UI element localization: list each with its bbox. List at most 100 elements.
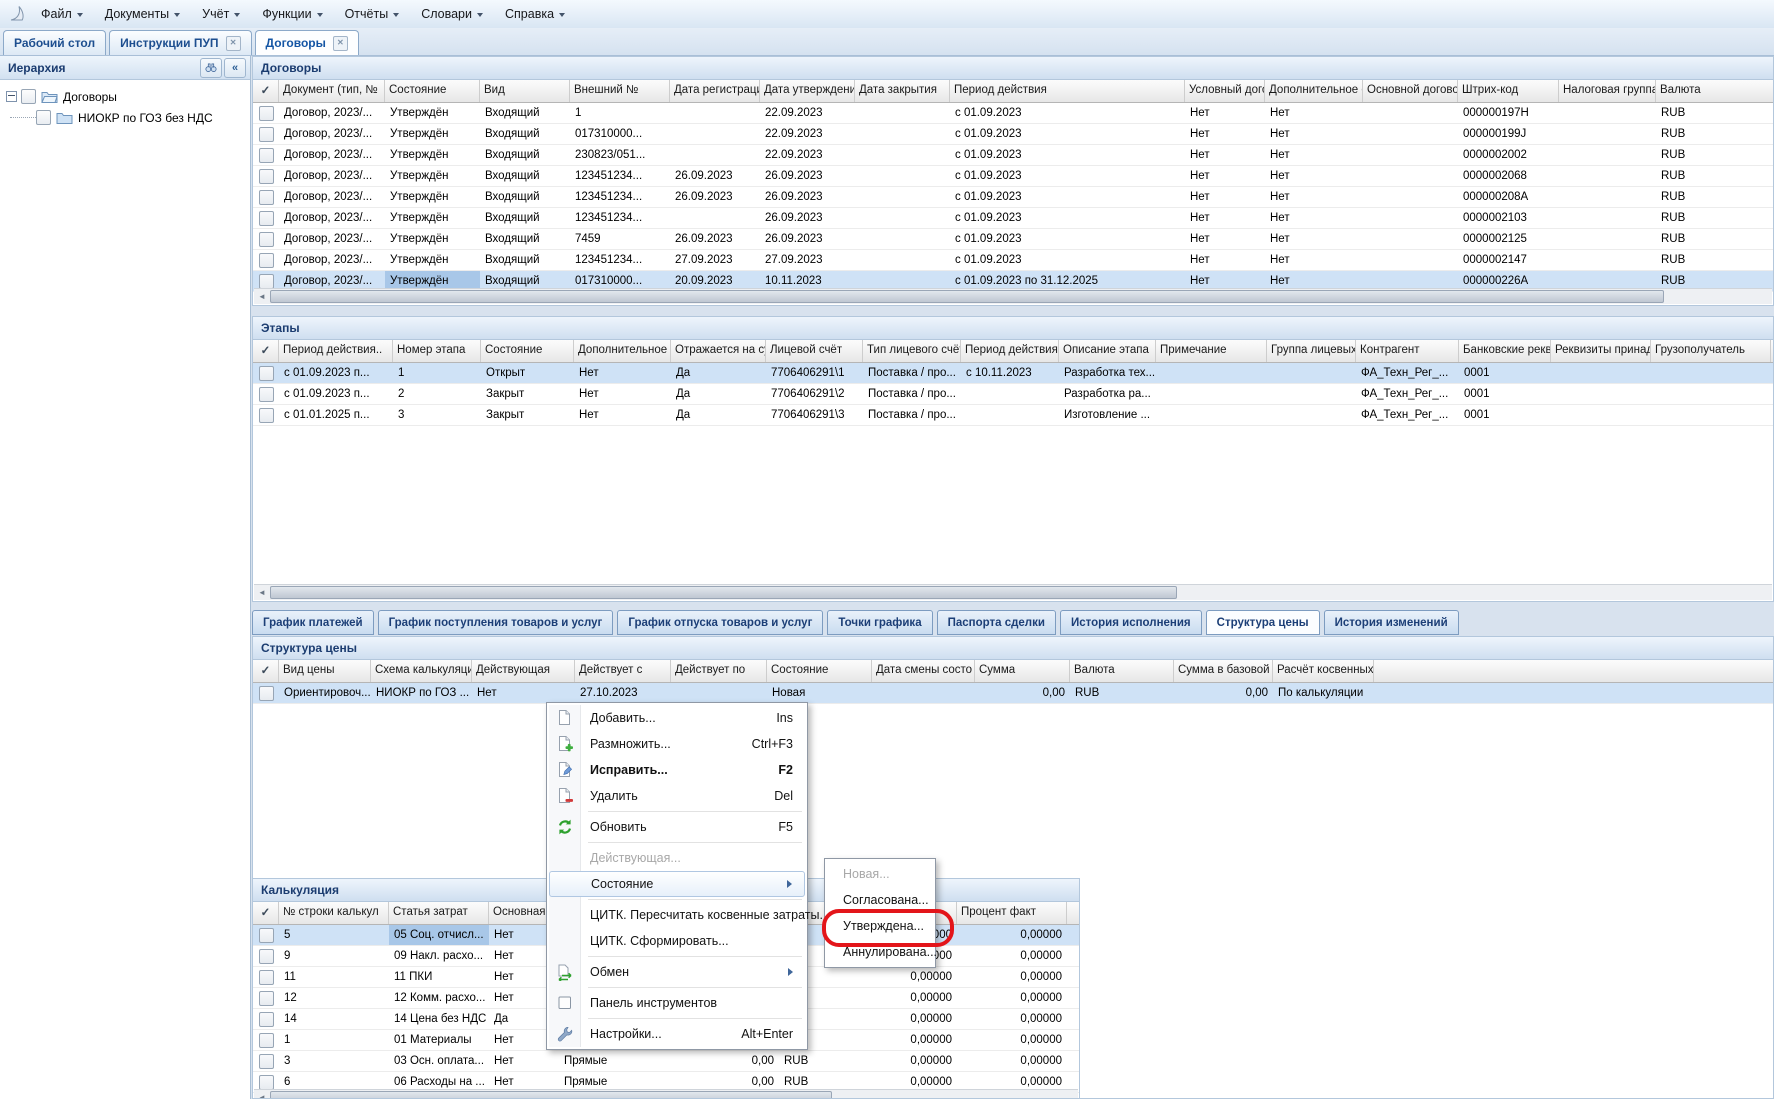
price-structure-column-header[interactable]: Сумма в базовой в [1174,660,1273,682]
cell[interactable]: 7706406291\2 [766,384,863,404]
cell[interactable] [1559,166,1656,186]
detail-tab-1[interactable]: График платежей [252,610,374,635]
stages-column-header[interactable]: Дополнительное с [574,340,671,362]
context-menu-item-1[interactable]: Добавить...Ins [549,705,805,731]
menu-item-2[interactable]: Документы [96,3,189,25]
cell[interactable]: Утверждён [385,250,480,270]
cell[interactable]: Входящий [480,103,570,123]
scroll-left-icon[interactable]: ◄ [254,290,270,304]
context-menu-item-6[interactable]: ОбновитьF5 [549,814,805,840]
cell[interactable]: Нет [1185,103,1265,123]
cell[interactable]: Утверждён [385,187,480,207]
cell[interactable]: Нет [1185,166,1265,186]
table-row[interactable]: Договор, 2023/...УтверждёнВходящий745926… [253,229,1773,250]
scroll-left-icon[interactable]: ◄ [254,1091,270,1099]
cell[interactable] [855,103,950,123]
check-column-header[interactable]: ✓ [253,340,279,362]
cell[interactable]: 27.09.2023 [670,250,760,270]
cell[interactable]: Входящий [480,187,570,207]
contracts-column-header[interactable]: Состояние [385,80,480,102]
cell[interactable]: Закрыт [481,384,574,404]
cell[interactable]: 0,00000 [957,946,1067,966]
tree-node-2[interactable]: НИОКР по ГОЗ без НДС [2,107,248,128]
cell[interactable]: Входящий [480,208,570,228]
cell[interactable] [1363,187,1458,207]
context-menu-item-3[interactable]: Исправить...F2 [549,757,805,783]
cell[interactable]: с 10.11.2023 [961,363,1059,383]
cell[interactable]: 000000199J [1458,124,1559,144]
row-checkbox[interactable] [259,1054,274,1069]
detail-tab-4[interactable]: Точки графика [827,610,932,635]
cell[interactable]: RUB [1656,208,1773,228]
cell[interactable]: Договор, 2023/... [279,187,385,207]
cell[interactable]: 0001 [1459,363,1551,383]
cell[interactable] [1363,250,1458,270]
cell[interactable]: 0,00000 [847,1009,957,1029]
row-checkbox[interactable] [259,1075,274,1090]
table-row[interactable]: Договор, 2023/...УтверждёнВходящий017310… [253,124,1773,145]
tree-expander-icon[interactable] [6,91,17,102]
cell[interactable]: 9 [279,946,389,966]
price-structure-column-header[interactable]: Валюта [1070,660,1174,682]
cell[interactable]: с 01.01.2025 п... [279,405,393,425]
cell[interactable]: Нет [1265,103,1363,123]
stages-column-header[interactable]: Описание этапа [1059,340,1156,362]
cell[interactable]: Открыт [481,363,574,383]
contracts-column-header[interactable]: Налоговая группа [1559,80,1656,102]
cell[interactable] [1156,405,1267,425]
cell[interactable]: Нет [1185,187,1265,207]
context-menu-item-16[interactable]: Панель инструментов [549,990,805,1016]
cell[interactable]: 1 [279,1030,389,1050]
stages-column-header[interactable]: Реквизиты принад [1551,340,1651,362]
cell[interactable]: 1 [570,103,670,123]
scroll-thumb[interactable] [270,1091,832,1099]
cell[interactable]: 1 [393,363,481,383]
cell[interactable]: Прямые [559,1051,679,1071]
table-row[interactable]: Договор, 2023/...УтверждёнВходящий123451… [253,208,1773,229]
cell[interactable]: Договор, 2023/... [279,208,385,228]
price-structure-column-header[interactable]: Действующая [472,660,575,682]
cell[interactable]: 09 Накл. расхо... [389,946,489,966]
cell[interactable]: RUB [1070,683,1174,703]
contracts-hscrollbar[interactable]: ◄ [254,288,1772,304]
menu-item-1[interactable]: Файл [32,3,92,25]
cell[interactable]: Нет [574,363,671,383]
check-column-header[interactable]: ✓ [253,902,279,924]
cell[interactable]: Нет [1185,145,1265,165]
stages-column-header[interactable]: Грузополучатель [1651,340,1771,362]
cell[interactable]: 2 [393,384,481,404]
cell[interactable]: RUB [779,1051,847,1071]
context-menu-item-12[interactable]: ЦИТК. Сформировать... [549,928,805,954]
cell[interactable]: Утверждён [385,145,480,165]
cell[interactable]: Утверждён [385,208,480,228]
cell[interactable]: 230823/051... [570,145,670,165]
table-row[interactable]: Договор, 2023/...УтверждёнВходящий123451… [253,166,1773,187]
cell[interactable]: 11 [279,967,389,987]
cell[interactable]: с 01.09.2023 [950,124,1185,144]
calculation-column-header[interactable]: Статья затрат [389,902,489,924]
cell[interactable]: 05 Соц. отчисл... [389,925,489,945]
cell[interactable]: Нет [1265,166,1363,186]
cell[interactable] [961,405,1059,425]
cell[interactable]: 0000002068 [1458,166,1559,186]
cell[interactable] [1559,208,1656,228]
cell[interactable] [1551,384,1651,404]
cell[interactable]: 12 [279,988,389,1008]
close-icon[interactable]: ✕ [226,36,241,51]
cell[interactable]: 03 Осн. оплата... [389,1051,489,1071]
stages-column-header[interactable]: Группа лицевых сч [1267,340,1356,362]
cell[interactable] [855,124,950,144]
cell[interactable]: Да [671,384,766,404]
row-checkbox[interactable] [259,211,274,226]
cell[interactable]: Ориентировоч... [279,683,371,703]
cell[interactable] [872,683,975,703]
price-structure-column-header[interactable]: Схема калькуляци [371,660,472,682]
cell[interactable]: 3 [393,405,481,425]
stages-column-header[interactable]: Примечание [1156,340,1267,362]
row-checkbox[interactable] [259,274,274,289]
cell[interactable] [1651,405,1771,425]
row-checkbox[interactable] [259,148,274,163]
cell[interactable]: 26.09.2023 [760,166,855,186]
cell[interactable] [1363,145,1458,165]
detail-tab-8[interactable]: История изменений [1324,610,1459,635]
